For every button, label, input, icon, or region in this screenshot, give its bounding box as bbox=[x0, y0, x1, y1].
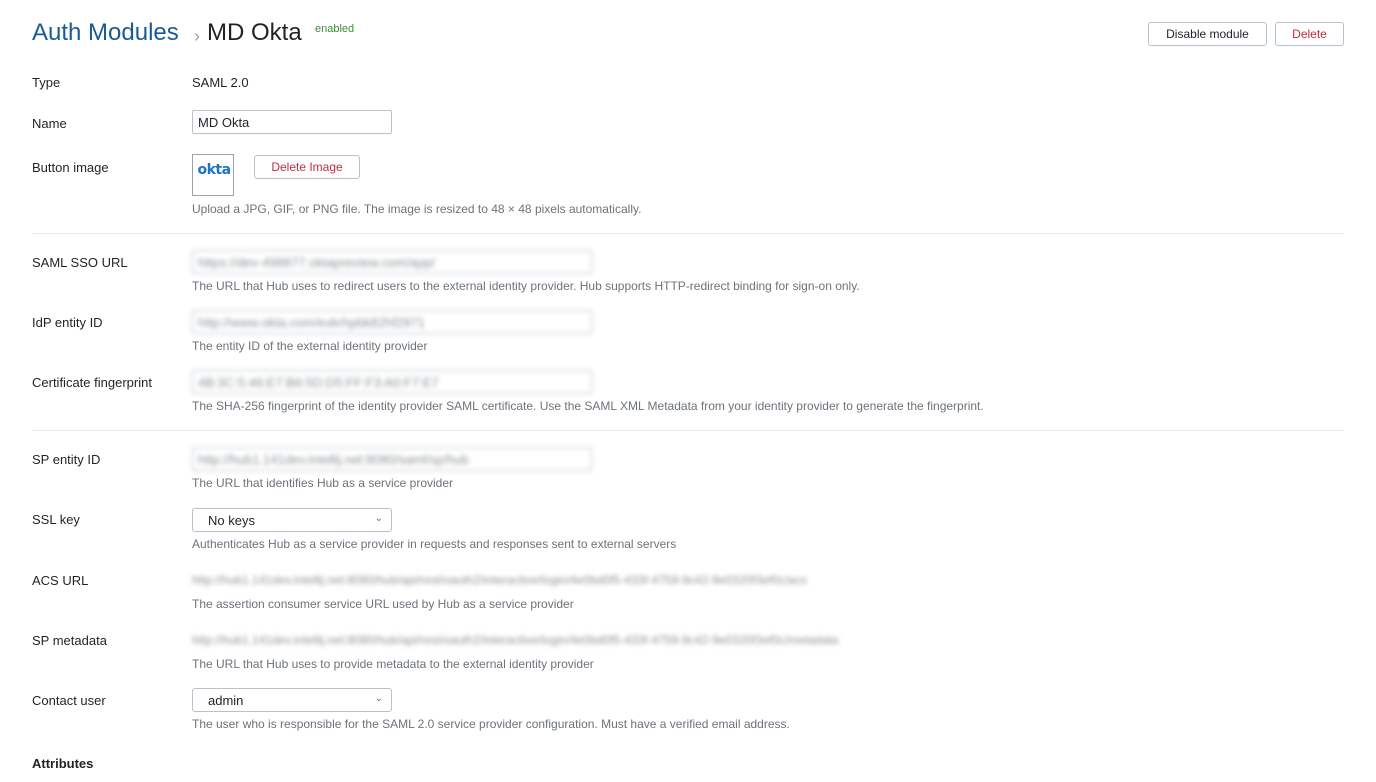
certificate-fingerprint-label: Certificate fingerprint bbox=[32, 375, 152, 390]
type-label: Type bbox=[32, 75, 61, 90]
button-image-preview: okta bbox=[192, 154, 234, 196]
acs-url-value: http://hub1.141dev.intellij.net:8080/hub… bbox=[192, 573, 807, 587]
ssl-key-select[interactable]: No keys ⌄ bbox=[192, 508, 392, 532]
contact-user-selected-value: admin bbox=[208, 693, 244, 708]
type-value: SAML 2.0 bbox=[192, 75, 249, 90]
delete-image-button[interactable]: Delete Image bbox=[254, 155, 360, 179]
breadcrumb-separator: › bbox=[194, 26, 200, 46]
status-badge: enabled bbox=[315, 23, 355, 35]
idp-entity-id-input[interactable] bbox=[192, 310, 592, 334]
saml-sso-url-input[interactable] bbox=[192, 250, 592, 274]
sp-metadata-label: SP metadata bbox=[32, 633, 107, 648]
idp-entity-id-hint: The entity ID of the external identity p… bbox=[192, 339, 428, 353]
chevron-down-icon: ⌄ bbox=[374, 693, 383, 704]
ssl-key-label: SSL key bbox=[32, 512, 80, 527]
button-image-hint: Upload a JPG, GIF, or PNG file. The imag… bbox=[192, 202, 642, 216]
idp-entity-id-label: IdP entity ID bbox=[32, 315, 103, 330]
name-input[interactable] bbox=[192, 110, 392, 134]
sp-entity-id-hint: The URL that identifies Hub as a service… bbox=[192, 476, 454, 490]
ssl-key-selected-value: No keys bbox=[208, 513, 255, 528]
certificate-fingerprint-hint: The SHA-256 fingerprint of the identity … bbox=[192, 399, 984, 413]
disable-module-button[interactable]: Disable module bbox=[1148, 22, 1267, 46]
button-image-label: Button image bbox=[32, 160, 109, 175]
certificate-fingerprint-input[interactable] bbox=[192, 370, 592, 394]
acs-url-label: ACS URL bbox=[32, 573, 89, 588]
breadcrumb-auth-modules[interactable]: Auth Modules bbox=[32, 19, 179, 47]
section-divider bbox=[32, 233, 1344, 234]
sp-entity-id-label: SP entity ID bbox=[32, 452, 101, 467]
sp-metadata-value[interactable]: http://hub1.141dev.intellij.net:8080/hub… bbox=[192, 633, 838, 647]
saml-sso-url-label: SAML SSO URL bbox=[32, 255, 128, 270]
contact-user-label: Contact user bbox=[32, 693, 106, 708]
contact-user-hint: The user who is responsible for the SAML… bbox=[192, 717, 790, 731]
chevron-down-icon: ⌄ bbox=[374, 513, 383, 524]
page-title: MD Okta bbox=[207, 19, 302, 46]
ssl-key-hint: Authenticates Hub as a service provider … bbox=[192, 537, 677, 551]
name-label: Name bbox=[32, 116, 67, 131]
attributes-heading: Attributes bbox=[32, 756, 94, 771]
sp-entity-id-input[interactable] bbox=[192, 447, 592, 471]
section-divider bbox=[32, 430, 1344, 431]
okta-logo: okta bbox=[197, 162, 231, 178]
contact-user-select[interactable]: admin ⌄ bbox=[192, 688, 392, 712]
delete-module-button[interactable]: Delete bbox=[1275, 22, 1344, 46]
acs-url-hint: The assertion consumer service URL used … bbox=[192, 597, 574, 611]
saml-sso-url-hint: The URL that Hub uses to redirect users … bbox=[192, 279, 860, 293]
sp-metadata-hint: The URL that Hub uses to provide metadat… bbox=[192, 657, 594, 671]
